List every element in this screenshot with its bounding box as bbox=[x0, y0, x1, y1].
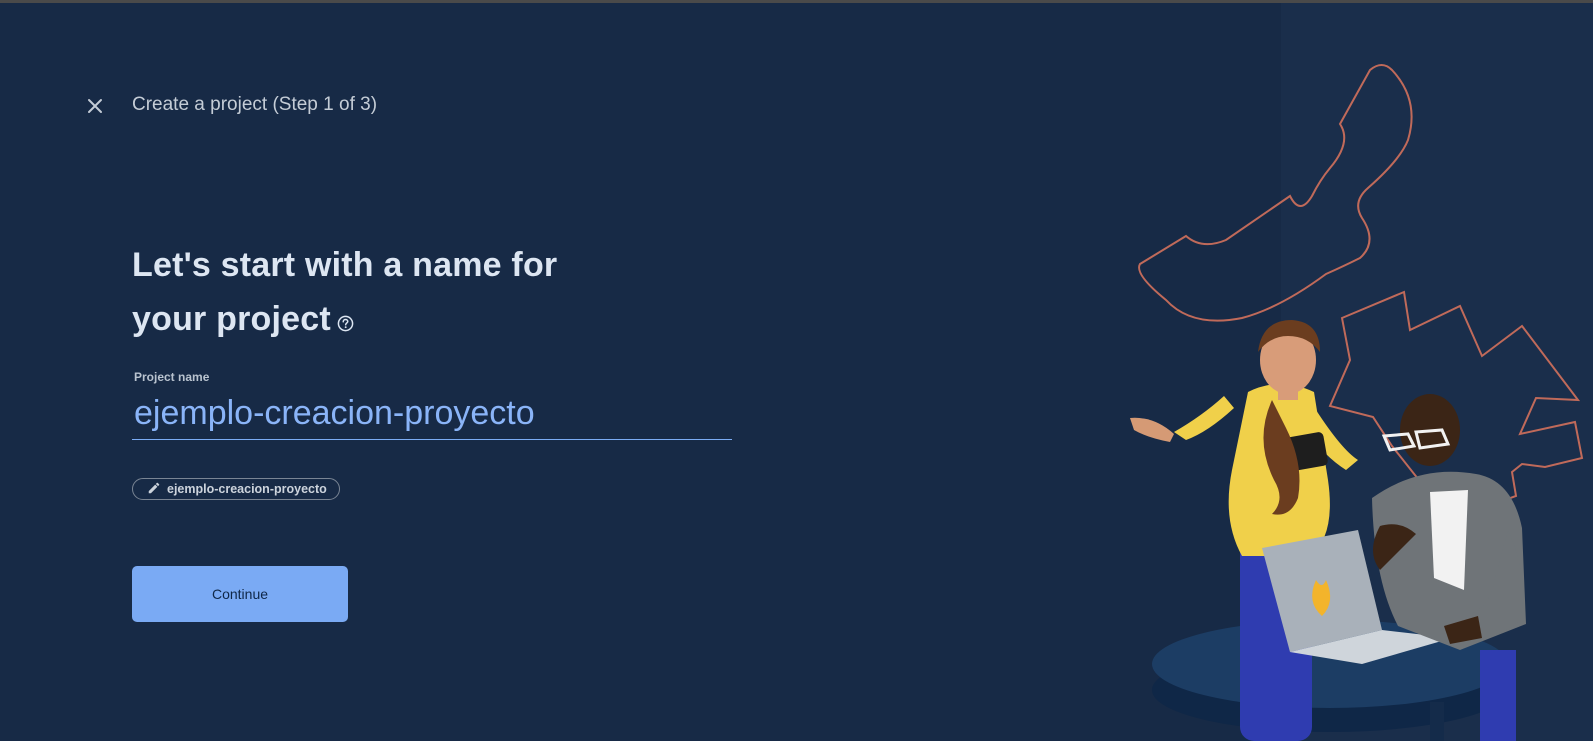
project-id-text: ejemplo-creacion-proyecto bbox=[167, 482, 327, 496]
pencil-icon bbox=[147, 481, 161, 498]
heading-line-2-text: your project bbox=[132, 300, 331, 338]
project-name-label: Project name bbox=[134, 370, 210, 384]
heading-line-2: your project bbox=[132, 292, 652, 348]
close-icon[interactable] bbox=[83, 94, 107, 118]
heading: Let's start with a name for your project bbox=[132, 238, 652, 348]
page-title: Create a project (Step 1 of 3) bbox=[132, 94, 378, 115]
heading-line-1: Let's start with a name for bbox=[132, 246, 558, 284]
project-name-input[interactable] bbox=[132, 388, 732, 440]
project-id-chip[interactable]: ejemplo-creacion-proyecto bbox=[132, 478, 340, 500]
illustration-people bbox=[1130, 64, 1584, 741]
help-circle-icon[interactable] bbox=[337, 294, 354, 348]
continue-button[interactable]: Continue bbox=[132, 566, 348, 622]
